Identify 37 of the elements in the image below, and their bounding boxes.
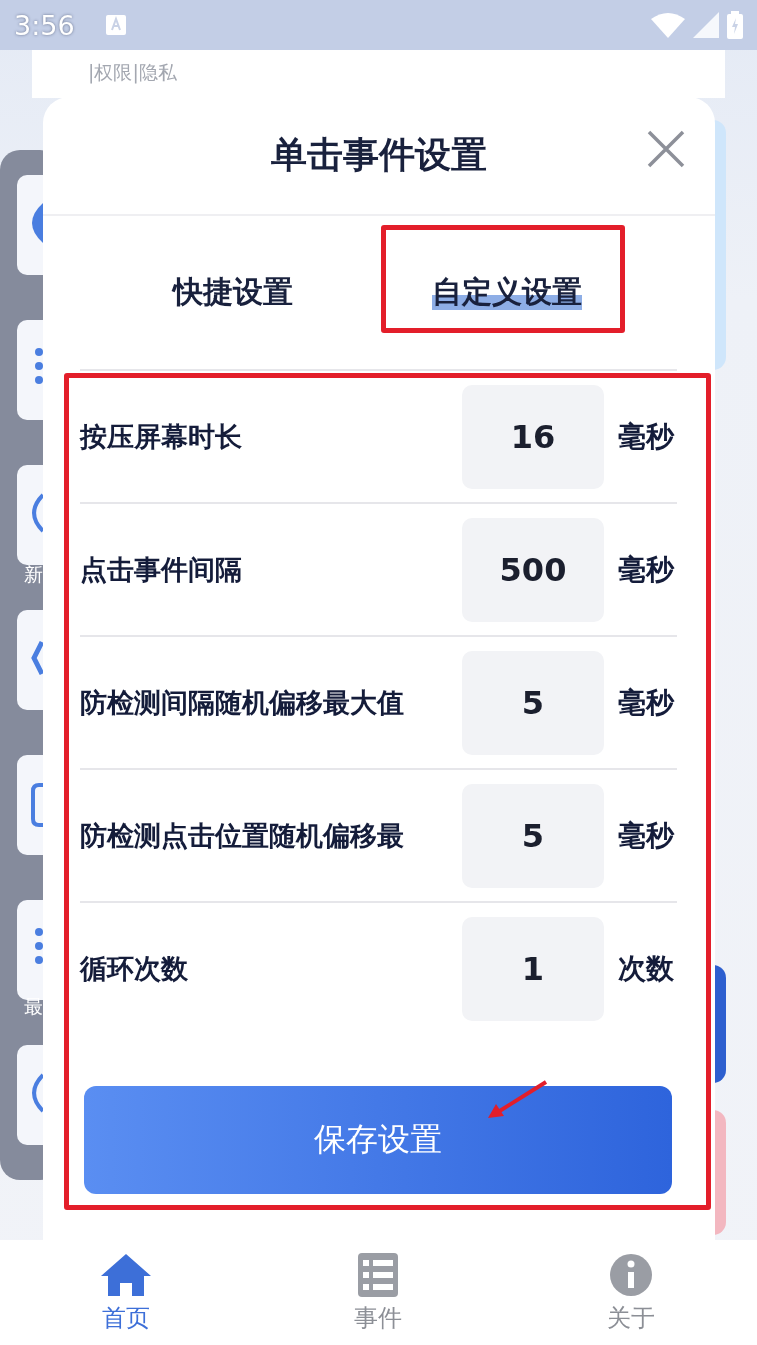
unit-label: 毫秒 — [618, 817, 674, 854]
info-icon — [607, 1252, 654, 1298]
setting-label: 点击事件间隔 — [80, 552, 243, 587]
status-time: 3:56 — [14, 9, 75, 41]
dots-icon — [35, 928, 43, 964]
close-icon[interactable] — [647, 130, 685, 168]
unit-label: 次数 — [618, 950, 674, 987]
settings-tab[interactable]: 快捷设置 — [173, 270, 293, 315]
setting-label: 防检测点击位置随机偏移最 — [80, 818, 405, 853]
ring-icon — [31, 493, 43, 533]
save-button[interactable]: 保存设置 — [84, 1086, 672, 1194]
arrow-drawing — [486, 1080, 548, 1120]
dots-icon — [35, 348, 43, 384]
wifi-icon — [651, 12, 685, 38]
tile-label: 最 — [24, 994, 43, 1019]
nav-tab[interactable]: 首页 — [0, 1240, 253, 1345]
dialog-title: 单击事件设置 — [271, 133, 487, 177]
number-field[interactable]: 5 — [462, 650, 604, 755]
list-icon — [357, 1252, 400, 1298]
number-field[interactable]: 5 — [462, 783, 604, 888]
unit-label: 毫秒 — [618, 418, 674, 455]
card-text: |权限|隐私 — [88, 60, 177, 86]
signal-icon — [693, 12, 719, 38]
tile-label: 新 — [24, 562, 43, 587]
unit-label: 毫秒 — [618, 684, 674, 721]
phone-outline-icon — [31, 783, 43, 827]
setting-label: 按压屏幕时长 — [80, 419, 243, 454]
number-field[interactable]: 16 — [462, 384, 604, 489]
chevron-left-icon — [31, 638, 43, 678]
setting-label: 防检测间隔随机偏移最大值 — [80, 685, 405, 720]
number-field[interactable]: 500 — [462, 517, 604, 622]
ring-icon — [31, 1073, 43, 1113]
number-field[interactable]: 1 — [462, 916, 604, 1021]
keyboard-notification-icon — [104, 14, 127, 36]
battery-icon — [727, 11, 743, 39]
unit-label: 毫秒 — [618, 551, 674, 588]
setting-label: 循环次数 — [80, 951, 189, 986]
